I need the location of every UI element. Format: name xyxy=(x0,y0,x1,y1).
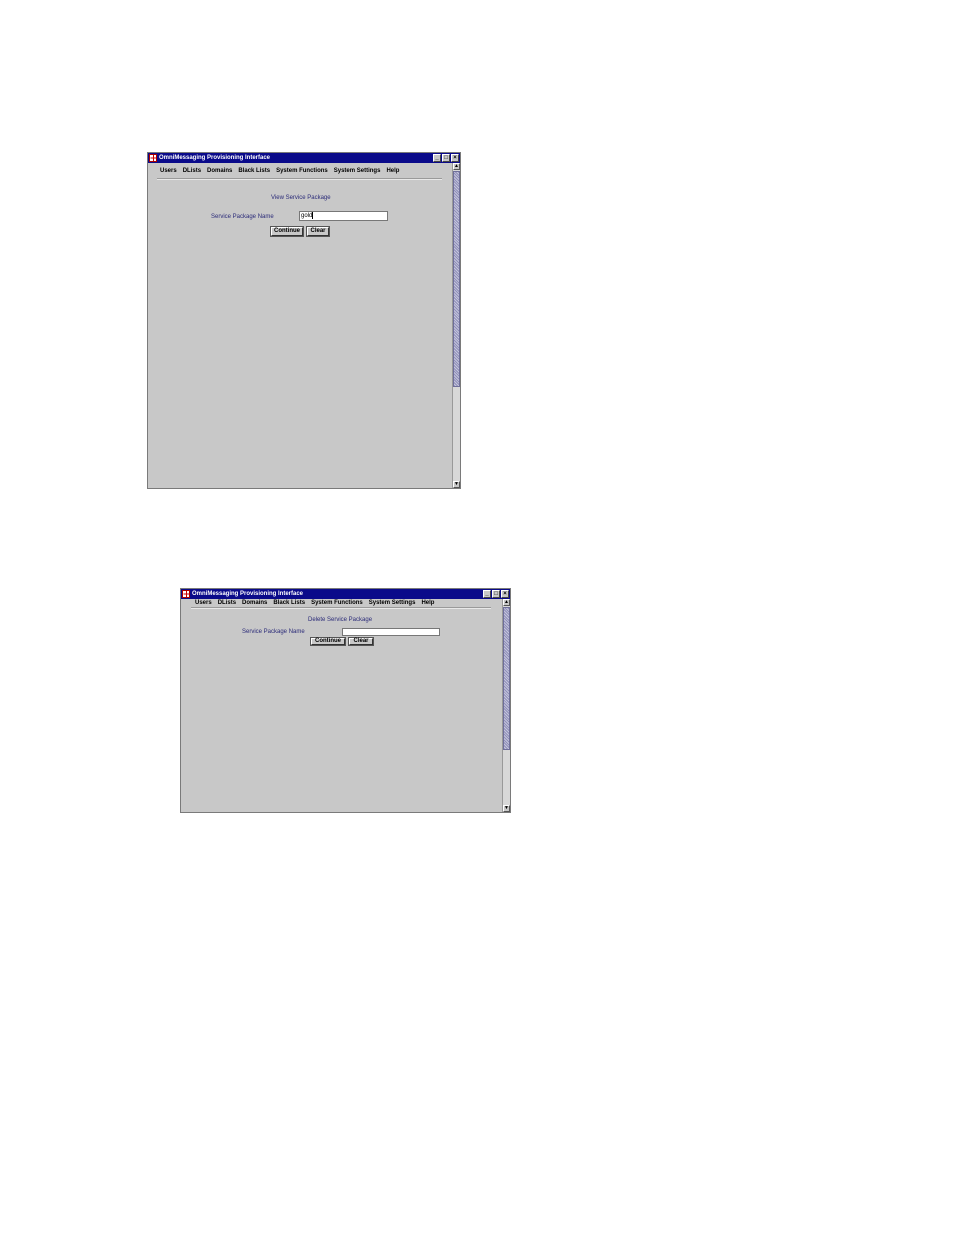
scroll-thumb[interactable] xyxy=(453,171,460,387)
close-icon[interactable]: × xyxy=(501,590,509,598)
menu-domains[interactable]: Domains xyxy=(242,600,267,606)
minimize-icon[interactable]: _ xyxy=(433,154,441,162)
menu-divider xyxy=(191,607,491,609)
clear-button[interactable]: Clear xyxy=(307,227,329,236)
menu-system-settings[interactable]: System Settings xyxy=(369,600,416,606)
app-icon xyxy=(149,154,157,162)
title-bar[interactable]: OmniMessaging Provisioning Interface _ □… xyxy=(148,153,460,163)
menu-bar: Users DLists Domains Black Lists System … xyxy=(160,168,405,174)
service-package-name-label: Service Package Name xyxy=(211,214,274,220)
scroll-up-icon[interactable]: ▲ xyxy=(503,599,510,606)
window-title: OmniMessaging Provisioning Interface xyxy=(192,591,304,597)
menu-black-lists[interactable]: Black Lists xyxy=(273,600,305,606)
menu-users[interactable]: Users xyxy=(160,168,177,174)
scroll-up-icon[interactable]: ▲ xyxy=(453,163,460,170)
text-caret xyxy=(312,212,314,219)
menu-black-lists[interactable]: Black Lists xyxy=(238,168,270,174)
close-icon[interactable]: × xyxy=(451,154,459,162)
menu-bar: Users DLists Domains Black Lists System … xyxy=(195,600,440,606)
form-title: View Service Package xyxy=(271,195,331,201)
service-package-name-input[interactable] xyxy=(342,628,440,636)
vertical-scrollbar[interactable]: ▲ ▼ xyxy=(452,163,460,488)
view-service-package-window: OmniMessaging Provisioning Interface _ □… xyxy=(147,152,461,489)
continue-button[interactable]: Continue xyxy=(311,638,345,645)
menu-help[interactable]: Help xyxy=(421,600,434,606)
maximize-icon[interactable]: □ xyxy=(442,154,450,162)
service-package-name-input[interactable]: gold xyxy=(299,211,388,221)
title-bar[interactable]: OmniMessaging Provisioning Interface _ □… xyxy=(181,589,510,599)
menu-system-functions[interactable]: System Functions xyxy=(276,168,328,174)
menu-help[interactable]: Help xyxy=(386,168,399,174)
vertical-scrollbar[interactable]: ▲ ▼ xyxy=(502,599,510,812)
minimize-icon[interactable]: _ xyxy=(483,590,491,598)
delete-service-package-window: OmniMessaging Provisioning Interface _ □… xyxy=(180,588,511,813)
form-title: Delete Service Package xyxy=(308,617,373,623)
maximize-icon[interactable]: □ xyxy=(492,590,500,598)
service-package-name-label: Service Package Name xyxy=(242,629,305,635)
menu-system-settings[interactable]: System Settings xyxy=(334,168,381,174)
menu-system-functions[interactable]: System Functions xyxy=(311,600,363,606)
scroll-down-icon[interactable]: ▼ xyxy=(453,481,460,488)
menu-dlists[interactable]: DLists xyxy=(183,168,201,174)
continue-button[interactable]: Continue xyxy=(271,227,303,236)
scroll-thumb[interactable] xyxy=(503,607,510,750)
menu-dlists[interactable]: DLists xyxy=(218,600,236,606)
app-icon xyxy=(182,590,190,598)
menu-domains[interactable]: Domains xyxy=(207,168,232,174)
menu-users[interactable]: Users xyxy=(195,600,212,606)
input-value: gold xyxy=(301,213,313,220)
window-title: OmniMessaging Provisioning Interface xyxy=(159,155,271,161)
scroll-down-icon[interactable]: ▼ xyxy=(503,805,510,812)
clear-button[interactable]: Clear xyxy=(349,638,373,645)
menu-divider xyxy=(157,178,442,180)
